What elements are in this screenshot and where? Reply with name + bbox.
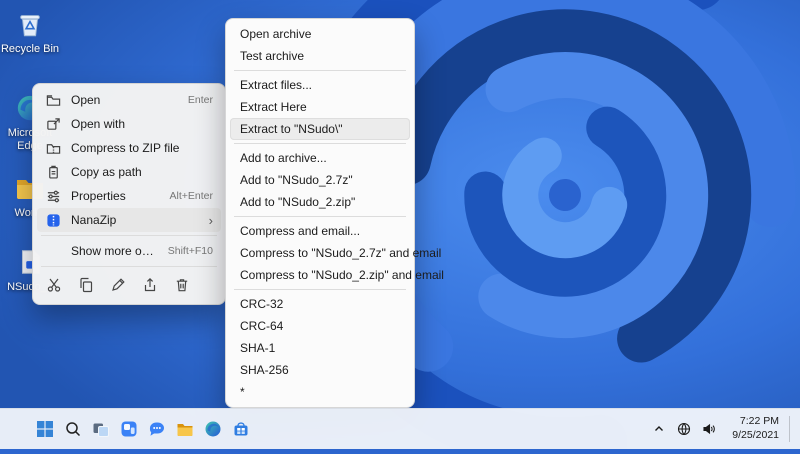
store-icon xyxy=(234,422,248,436)
nanazip-submenu: Open archive Test archive Extract files.… xyxy=(225,18,444,408)
show-desktop-button[interactable] xyxy=(789,416,794,442)
file-explorer-button[interactable] xyxy=(172,414,198,444)
share-button[interactable] xyxy=(137,272,163,298)
taskbar-clock[interactable]: 7:22 PM 9/25/2021 xyxy=(725,415,779,442)
edge-button[interactable] xyxy=(200,414,226,444)
empty-icon-gutter xyxy=(45,243,61,259)
menu-separator xyxy=(234,70,406,71)
rename-icon xyxy=(112,278,125,291)
submenu-item[interactable]: SHA-1 xyxy=(230,337,410,359)
rename-button[interactable] xyxy=(105,272,131,298)
cut-button[interactable] xyxy=(41,272,67,298)
zip-icon xyxy=(45,140,61,156)
menu-item-label: Show more options xyxy=(71,244,158,258)
delete-icon xyxy=(176,279,188,292)
menu-item-open[interactable]: Open Enter xyxy=(37,88,221,112)
hidden-icons-button[interactable] xyxy=(650,416,668,442)
widgets-button[interactable] xyxy=(116,414,142,444)
submenu-item[interactable]: Open archive xyxy=(230,23,410,45)
properties-icon xyxy=(45,188,61,204)
menu-item-compress-zip[interactable]: Compress to ZIP file xyxy=(37,136,221,160)
file-explorer-icon xyxy=(177,424,193,436)
submenu-item[interactable]: Test archive xyxy=(230,45,410,67)
menu-item-label: Open with xyxy=(71,117,126,131)
submenu-item-highlighted[interactable]: Extract to "NSudo\" xyxy=(230,118,410,140)
clock-time: 7:22 PM xyxy=(739,415,779,428)
menu-separator xyxy=(234,143,406,144)
start-button[interactable] xyxy=(32,414,58,444)
submenu-item[interactable]: Compress and email... xyxy=(230,220,410,242)
share-icon xyxy=(144,277,156,292)
submenu-item[interactable]: Add to archive... xyxy=(230,147,410,169)
task-view-button[interactable] xyxy=(88,414,114,444)
menu-item-label: Copy as path xyxy=(71,165,142,179)
open-with-icon xyxy=(45,116,61,132)
search-icon xyxy=(66,422,81,437)
submenu-chevron-icon: › xyxy=(208,212,213,228)
menu-item-label: Open xyxy=(71,93,101,107)
widgets-icon xyxy=(121,421,137,437)
volume-button[interactable] xyxy=(700,416,718,442)
menu-item-label: NanaZip xyxy=(71,213,117,227)
delete-button[interactable] xyxy=(169,272,195,298)
network-globe-icon xyxy=(677,422,691,436)
menu-item-label: Compress to ZIP file xyxy=(71,141,180,155)
submenu-item[interactable]: Extract Here xyxy=(230,96,410,118)
menu-item-shortcut: Shift+F10 xyxy=(167,245,213,257)
nanazip-icon xyxy=(45,212,61,228)
menu-item-properties[interactable]: Properties Alt+Enter xyxy=(37,184,221,208)
copy-button[interactable] xyxy=(73,272,99,298)
copy-path-icon xyxy=(45,164,61,180)
open-icon xyxy=(45,92,61,108)
menu-separator xyxy=(234,289,406,290)
recycle-bin-icon xyxy=(14,8,46,40)
menu-item-open-with[interactable]: Open with xyxy=(37,112,221,136)
submenu-item[interactable]: Add to "NSudo_2.7z" xyxy=(230,169,410,191)
store-button[interactable] xyxy=(228,414,254,444)
cut-icon xyxy=(47,278,61,292)
windows-logo-icon xyxy=(37,421,53,437)
submenu-item[interactable]: Extract files... xyxy=(230,74,410,96)
desktop-icon-recycle-bin[interactable]: Recycle Bin xyxy=(0,8,62,56)
menu-item-show-more-options[interactable]: Show more options Shift+F10 xyxy=(37,239,221,263)
taskbar: 7:22 PM 9/25/2021 xyxy=(0,408,800,449)
system-tray: 7:22 PM 9/25/2021 xyxy=(650,409,794,449)
menu-action-row xyxy=(37,270,221,300)
submenu-item[interactable]: CRC-32 xyxy=(230,293,410,315)
chat-button[interactable] xyxy=(144,414,170,444)
chevron-up-icon xyxy=(655,426,663,431)
menu-item-label: Properties xyxy=(71,189,126,203)
submenu-item[interactable]: Compress to "NSudo_2.7z" and email xyxy=(230,242,441,264)
task-view-icon xyxy=(93,423,109,437)
submenu-item[interactable]: SHA-256 xyxy=(230,359,410,381)
chat-icon xyxy=(149,422,164,436)
copy-icon xyxy=(80,277,93,293)
submenu-item[interactable]: Add to "NSudo_2.zip" xyxy=(230,191,410,213)
menu-item-shortcut: Alt+Enter xyxy=(169,190,213,202)
menu-item-nanazip[interactable]: NanaZip › xyxy=(37,208,221,232)
clock-date: 9/25/2021 xyxy=(732,429,779,441)
menu-separator xyxy=(41,235,217,236)
search-button[interactable] xyxy=(60,414,86,444)
menu-separator xyxy=(41,266,217,267)
volume-icon xyxy=(703,423,715,435)
menu-separator xyxy=(234,216,406,217)
menu-item-shortcut: Enter xyxy=(187,94,213,106)
taskbar-icons xyxy=(32,409,254,449)
context-menu: Open Enter Open with Compress to ZIP fil… xyxy=(32,83,226,305)
network-button[interactable] xyxy=(675,416,693,442)
edge-browser-icon xyxy=(205,421,221,437)
menu-item-copy-as-path[interactable]: Copy as path xyxy=(37,160,221,184)
submenu-item[interactable]: Compress to "NSudo_2.zip" and email xyxy=(230,264,444,286)
submenu-item[interactable]: CRC-64 xyxy=(230,315,410,337)
submenu-item[interactable]: * xyxy=(230,381,410,403)
desktop-icon-label: Recycle Bin xyxy=(0,43,60,55)
